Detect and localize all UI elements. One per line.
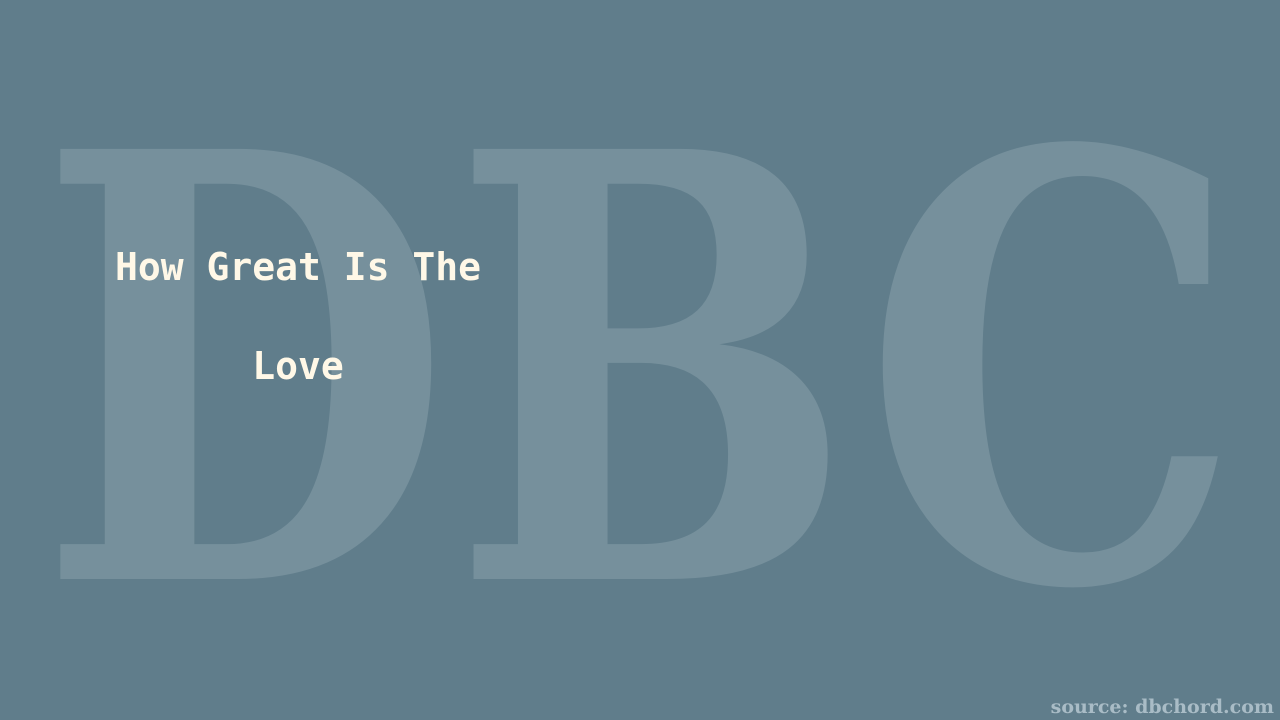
song-title-line-2: Love (252, 344, 344, 388)
song-title-line-1: How Great Is The (114, 245, 482, 289)
song-title: How Great Is The Love (96, 218, 500, 416)
source-credit: source: dbchord.com (1050, 696, 1274, 718)
